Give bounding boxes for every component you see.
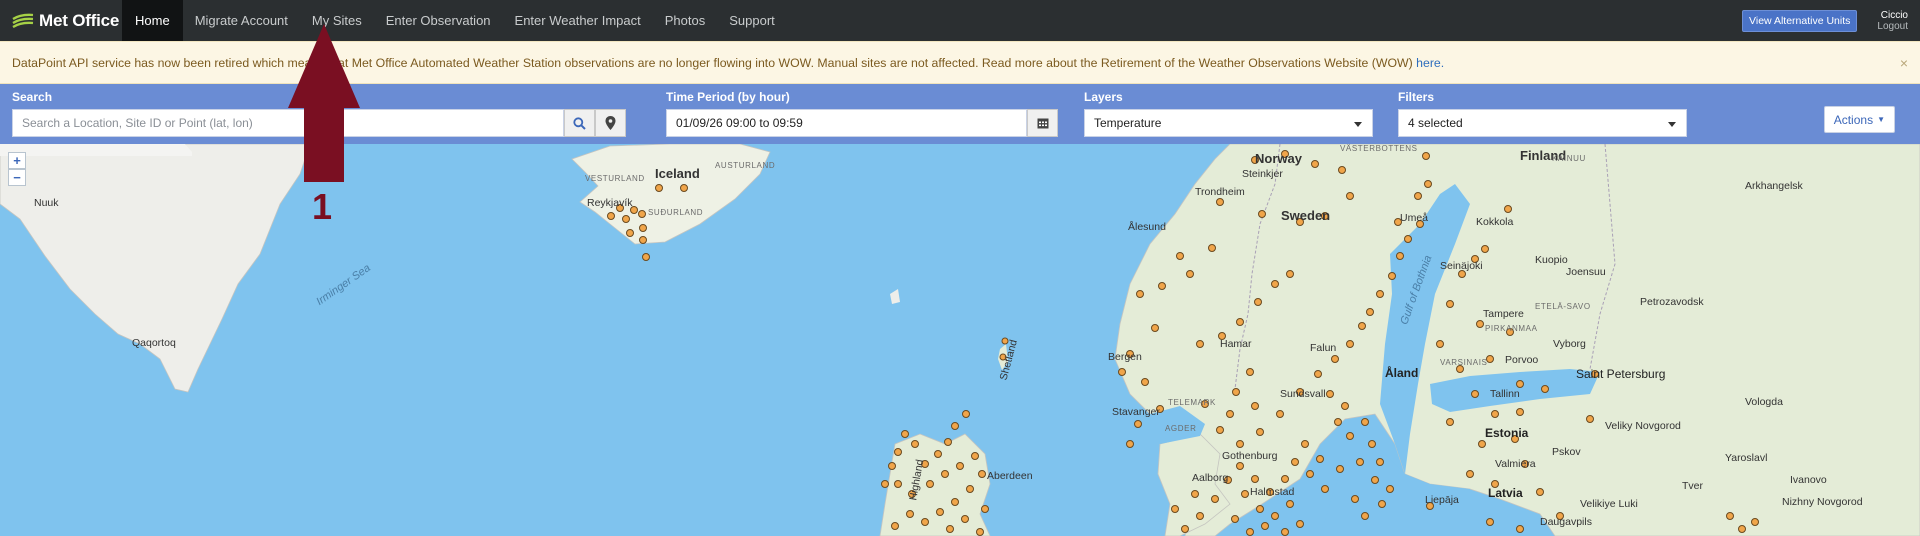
map-label-joensuu: Joensuu [1566, 266, 1606, 278]
map-label-qaqortoq: Qaqortoq [132, 337, 176, 349]
map-label-pirkanmaa: PIRKANMAA [1485, 324, 1538, 333]
map-label-sundsvall: Sundsvall [1280, 388, 1326, 400]
map-label-alesund: Ålesund [1128, 221, 1166, 233]
map-label-velikiye-luki: Velikiye Luki [1580, 498, 1638, 510]
map-label-vasterbotten: VÄSTERBOTTENS [1340, 144, 1418, 153]
map-label-estonia: Estonia [1485, 426, 1529, 440]
map-label-nizhny-novgorod: Nizhny Novgorod [1782, 496, 1863, 508]
time-period-input[interactable]: 01/09/26 09:00 to 09:59 [666, 109, 1027, 137]
map-label-veliky-novgorod: Veliky Novgorod [1605, 420, 1681, 432]
time-period-label: Time Period (by hour) [666, 90, 790, 104]
user-name: Ciccio [1880, 9, 1908, 21]
zoom-in-button[interactable]: + [8, 152, 26, 169]
annotation-number: 1 [312, 186, 333, 227]
layers-select-value: Temperature [1094, 116, 1162, 130]
map-marker-icon [605, 116, 616, 130]
map-label-liepaja: Liepāja [1425, 494, 1459, 506]
map-label-ivanovo: Ivanovo [1790, 474, 1827, 486]
caret-down-icon: ▼ [1877, 115, 1885, 124]
map-label-trondheim: Trondheim [1195, 186, 1245, 198]
nav-right-area: View Alternative Units Ciccio Logout [1742, 0, 1920, 41]
map-label-daugavpils: Daugavpils [1540, 516, 1592, 528]
locate-button[interactable] [595, 109, 626, 137]
map-label-kainuu: KAINUU [1552, 154, 1586, 163]
map-label-kokkola: Kokkola [1476, 216, 1514, 228]
calendar-button[interactable] [1027, 109, 1058, 137]
map-label-tver: Tver [1682, 480, 1703, 492]
search-icon [573, 116, 586, 130]
map-label-iceland: Iceland [655, 166, 700, 181]
map-label-petrozavodsk: Petrozavodsk [1640, 296, 1704, 308]
chevron-down-icon [1668, 122, 1676, 127]
nav-enter-observation[interactable]: Enter Observation [374, 0, 503, 41]
map-label-umea: Umeå [1400, 212, 1429, 224]
banner-text: DataPoint API service has now been retir… [12, 55, 1413, 70]
map-label-valmiera: Valmiera [1495, 458, 1536, 470]
map-label-varsinais: VARSINAIS [1440, 358, 1488, 367]
map-label-kuopio: Kuopio [1535, 254, 1568, 266]
map-label-saint-petersburg: Saint Petersburg [1576, 367, 1666, 381]
map-label-bergen: Bergen [1108, 351, 1142, 363]
map-label-seinajoki: Seinäjoki [1440, 260, 1483, 272]
map-label-nuuk: Nuuk [34, 197, 59, 209]
nav-support[interactable]: Support [717, 0, 787, 41]
map-label-gothenburg: Gothenburg [1222, 450, 1278, 462]
zoom-out-button[interactable]: − [8, 169, 26, 186]
map-label-tampere: Tampere [1483, 308, 1524, 320]
logout-link[interactable]: Logout [1877, 21, 1908, 32]
search-label: Search [12, 90, 53, 104]
view-alternative-units-button[interactable]: View Alternative Units [1742, 9, 1858, 32]
map-label-sudurland: SUÐURLAND [648, 208, 704, 217]
banner-close-icon[interactable]: × [1900, 55, 1908, 71]
actions-button[interactable]: Actions ▼ [1823, 106, 1895, 133]
map-label-hamar: Hamar [1220, 338, 1252, 350]
banner-link-here[interactable]: here. [1416, 56, 1444, 70]
map-label-falun: Falun [1310, 342, 1337, 354]
map-label-yaroslavl: Yaroslavl [1725, 452, 1768, 464]
map-label-halmstad: Halmstad [1250, 486, 1295, 498]
actions-label: Actions [1833, 112, 1874, 127]
met-office-logo-icon [12, 13, 34, 28]
map-label-norway: Norway [1255, 151, 1302, 166]
map-label-telemark: TELEMARK [1168, 398, 1216, 407]
greenland-land [0, 144, 311, 393]
map-label-reykjavik: Reykjavík [587, 197, 633, 209]
layers-label: Layers [1084, 90, 1123, 104]
map-label-porvoo: Porvoo [1505, 354, 1539, 366]
layers-select[interactable]: Temperature [1084, 109, 1373, 137]
map-label-aalborg: Aalborg [1192, 472, 1229, 484]
map-label-tallinn: Tallinn [1490, 388, 1520, 400]
annotation-arrow-icon [288, 24, 360, 182]
map-label-latvia: Latvia [1488, 486, 1523, 500]
map-label-austurland: AUSTURLAND [715, 161, 776, 170]
iceland-land [571, 144, 771, 245]
map-label-etela-savo: ETELÄ-SAVO [1535, 302, 1591, 311]
filters-select-value: 4 selected [1408, 116, 1463, 130]
nav-home[interactable]: Home [122, 0, 183, 41]
weather-map[interactable]: + − Iceland AUSTURLAND VESTURLAND Reykja… [0, 144, 1920, 536]
map-label-arkhangelsk: Arkhangelsk [1745, 180, 1803, 192]
map-label-vesturland: VESTURLAND [585, 174, 645, 183]
map-label-aland: Åland [1385, 366, 1419, 380]
map-base-svg [0, 144, 1920, 536]
search-button[interactable] [564, 109, 595, 137]
met-office-logo[interactable]: Met Office [0, 0, 122, 41]
filters-select[interactable]: 4 selected [1398, 109, 1687, 137]
calendar-icon [1037, 118, 1048, 129]
nav-photos[interactable]: Photos [653, 0, 717, 41]
map-label-pskov: Pskov [1552, 446, 1581, 458]
map-label-steinkjer: Steinkjer [1242, 168, 1283, 180]
nav-enter-weather-impact[interactable]: Enter Weather Impact [503, 0, 653, 41]
user-menu: Ciccio Logout [1877, 10, 1908, 32]
map-label-agder: AGDER [1165, 424, 1197, 433]
logo-text: Met Office [39, 10, 120, 30]
map-label-vologda: Vologda [1745, 396, 1783, 408]
map-label-aberdeen: Aberdeen [987, 470, 1033, 482]
map-label-stavanger: Stavanger [1112, 406, 1160, 418]
chevron-down-icon [1354, 122, 1362, 127]
map-label-vyborg: Vyborg [1553, 338, 1586, 350]
filters-label: Filters [1398, 90, 1435, 104]
map-label-sweden: Sweden [1281, 208, 1331, 223]
